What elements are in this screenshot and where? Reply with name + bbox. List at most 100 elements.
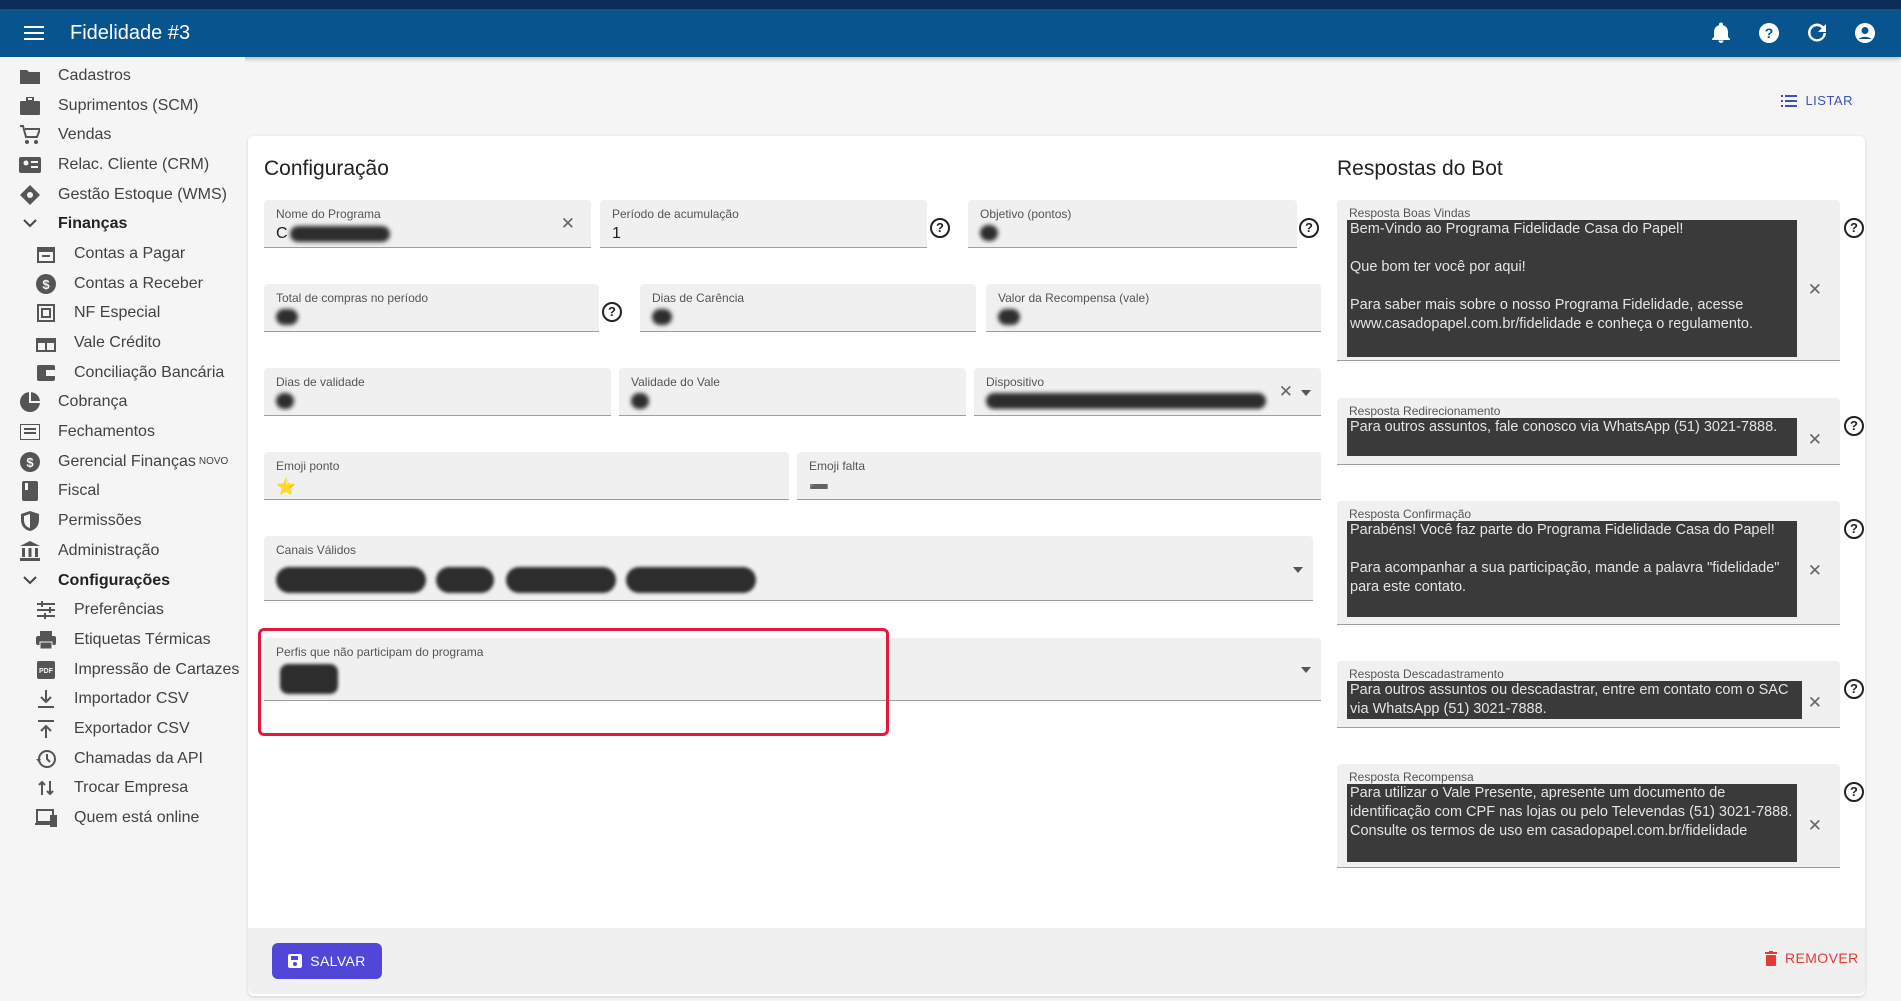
sidebar-item-chamadas-da-api[interactable]: Chamadas da API <box>0 744 245 774</box>
emoji-falta-value: ➖ <box>809 479 829 496</box>
sidebar-item-label: Administração <box>58 541 160 559</box>
help-icon[interactable]: ? <box>1299 218 1319 238</box>
bank-icon <box>18 539 42 563</box>
dias-validade-field[interactable]: Dias de validade <box>264 368 611 416</box>
form-footer <box>248 928 1865 994</box>
clear-icon[interactable]: ✕ <box>1808 561 1822 581</box>
sidebar-item-label: Contas a Receber <box>74 274 203 292</box>
sidebar-item-nf-especial[interactable]: NF Especial <box>0 299 245 329</box>
dispositivo-select[interactable]: Dispositivo ✕ <box>974 368 1321 416</box>
sidebar-item-vendas[interactable]: Vendas <box>0 120 245 150</box>
emoji-falta-field[interactable]: Emoji falta ➖ <box>797 452 1321 500</box>
sidebar-item-impressao-de-cartazes[interactable]: PDF Impressão de Cartazes <box>0 655 245 685</box>
sidebar-item-label: Fechamentos <box>58 423 155 441</box>
clear-icon[interactable]: ✕ <box>1279 382 1293 402</box>
sidebar-item-cobranca[interactable]: Cobrança <box>0 388 245 418</box>
sidebar-item-administracao[interactable]: Administração <box>0 536 245 566</box>
pdf-icon: PDF <box>34 658 58 682</box>
total-compras-field[interactable]: Total de compras no período <box>264 284 599 332</box>
sidebar-item-contas-a-pagar[interactable]: Contas a Pagar <box>0 239 245 269</box>
clear-icon[interactable]: ✕ <box>1808 430 1822 450</box>
sidebar-item-conciliacao-bancaria[interactable]: Conciliação Bancária <box>0 358 245 388</box>
nome-programa-field[interactable]: Nome do Programa C ✕ <box>264 200 591 248</box>
dias-carencia-field[interactable]: Dias de Carência <box>640 284 976 332</box>
menu-icon[interactable] <box>20 19 48 47</box>
bell-icon[interactable] <box>1707 19 1735 47</box>
help-icon[interactable]: ? <box>602 302 622 322</box>
help-icon[interactable]: ? <box>1844 416 1864 436</box>
book-icon <box>18 479 42 503</box>
download-icon <box>34 687 58 711</box>
emoji-falta-label: Emoji falta <box>809 459 866 473</box>
periodo-field[interactable]: Período de acumulação 1 <box>600 200 927 248</box>
resposta-descadastramento-field[interactable]: Resposta Descadastramento Para outros as… <box>1337 661 1840 728</box>
help-icon[interactable]: ? <box>1755 19 1783 47</box>
sidebar-item-quem-esta-online[interactable]: Quem está online <box>0 803 245 833</box>
valor-recompensa-field[interactable]: Valor da Recompensa (vale) <box>986 284 1321 332</box>
help-icon[interactable]: ? <box>1844 218 1864 238</box>
canais-select[interactable]: Canais Válidos <box>264 536 1313 601</box>
chevron-down-icon[interactable] <box>1301 667 1311 673</box>
resposta-confirmacao-field[interactable]: Resposta Confirmação Parabéns! Você faz … <box>1337 501 1840 625</box>
chip <box>626 567 756 593</box>
listar-button[interactable]: LISTAR <box>1781 93 1853 108</box>
sidebar-item-label: Gestão Estoque (WMS) <box>58 185 227 203</box>
gift-icon <box>34 331 58 355</box>
help-icon[interactable]: ? <box>1844 679 1864 699</box>
calendar-icon <box>34 242 58 266</box>
shield-icon <box>18 509 42 533</box>
dias-validade-label: Dias de validade <box>276 375 365 389</box>
remove-button[interactable]: REMOVER <box>1765 950 1859 966</box>
validade-vale-field[interactable]: Validade do Vale <box>619 368 966 416</box>
save-label: SALVAR <box>310 953 366 969</box>
refresh-icon[interactable] <box>1803 19 1831 47</box>
clear-icon[interactable]: ✕ <box>1808 693 1822 713</box>
help-icon[interactable]: ? <box>1844 782 1864 802</box>
sidebar-item-relac-cliente-crm[interactable]: Relac. Cliente (CRM) <box>0 150 245 180</box>
chevron-down-icon[interactable] <box>1301 390 1311 396</box>
clear-icon[interactable]: ✕ <box>1808 816 1822 836</box>
sidebar-item-exportador-csv[interactable]: Exportador CSV <box>0 714 245 744</box>
cart-icon <box>18 123 42 147</box>
sidebar-item-gerencial-financas[interactable]: $ Gerencial Finanças NOVO <box>0 447 245 477</box>
sidebar-item-fechamentos[interactable]: Fechamentos <box>0 417 245 447</box>
dollar-icon: $ <box>34 272 58 296</box>
sidebar-item-preferencias[interactable]: Preferências <box>0 595 245 625</box>
sidebar-item-contas-a-receber[interactable]: $ Contas a Receber <box>0 269 245 299</box>
objetivo-field[interactable]: Objetivo (pontos) <box>968 200 1297 248</box>
dollar-icon: $ <box>18 450 42 474</box>
sidebar-item-permissoes[interactable]: Permissões <box>0 506 245 536</box>
account-icon[interactable] <box>1851 19 1879 47</box>
help-icon[interactable]: ? <box>1844 519 1864 539</box>
resposta-boas-vindas-field[interactable]: Resposta Boas Vindas Bem-Vindo ao Progra… <box>1337 200 1840 361</box>
clear-icon[interactable]: ✕ <box>561 214 575 234</box>
svg-text:$: $ <box>26 455 34 470</box>
clear-icon[interactable]: ✕ <box>1808 280 1822 300</box>
sidebar-item-fiscal[interactable]: Fiscal <box>0 477 245 507</box>
sidebar-item-configuracoes[interactable]: Configurações <box>0 566 245 596</box>
folder-icon <box>18 64 42 88</box>
wallet-icon <box>34 361 58 385</box>
sidebar-item-vale-credito[interactable]: Vale Crédito <box>0 328 245 358</box>
sidebar-item-label: Vale Crédito <box>74 334 161 352</box>
resposta-recompensa-field[interactable]: Resposta Recompensa Para utilizar o Vale… <box>1337 764 1840 868</box>
sidebar-item-importador-csv[interactable]: Importador CSV <box>0 684 245 714</box>
sidebar-item-gestao-estoque-wms[interactable]: Gestão Estoque (WMS) <box>0 180 245 210</box>
sidebar-item-label: Configurações <box>58 571 171 589</box>
sidebar-item-etiquetas-termicas[interactable]: Etiquetas Térmicas <box>0 625 245 655</box>
sidebar-item-financas[interactable]: Finanças <box>0 209 245 239</box>
resposta-confirmacao-label: Resposta Confirmação <box>1349 507 1472 521</box>
nome-programa-label: Nome do Programa <box>276 207 381 221</box>
emoji-ponto-field[interactable]: Emoji ponto ⭐ <box>264 452 789 500</box>
chevron-down-icon[interactable] <box>1293 567 1303 573</box>
emoji-ponto-label: Emoji ponto <box>276 459 340 473</box>
upload-icon <box>34 717 58 741</box>
sidebar-item-label: Cadastros <box>58 66 131 84</box>
help-icon[interactable]: ? <box>930 218 950 238</box>
sidebar-item-suprimentos-scm[interactable]: Suprimentos (SCM) <box>0 91 245 121</box>
resposta-descadastramento-label: Resposta Descadastramento <box>1349 667 1504 681</box>
sidebar-item-trocar-empresa[interactable]: Trocar Empresa <box>0 774 245 804</box>
sidebar-item-cadastros[interactable]: Cadastros <box>0 61 245 91</box>
resposta-redirecionamento-field[interactable]: Resposta Redirecionamento Para outros as… <box>1337 398 1840 465</box>
save-button[interactable]: SALVAR <box>272 943 382 979</box>
